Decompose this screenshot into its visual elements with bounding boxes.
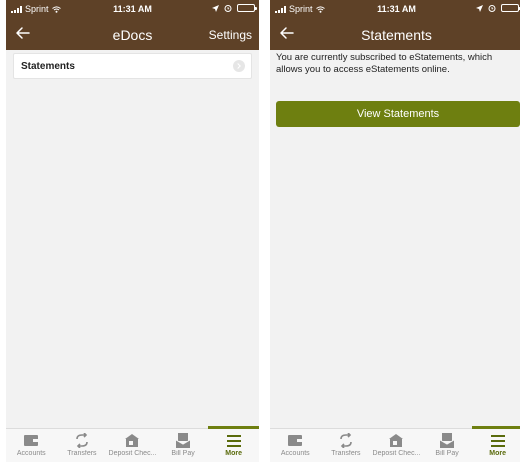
tab-bill-pay[interactable]: Bill Pay <box>422 429 473 462</box>
tab-more[interactable]: More <box>208 426 259 462</box>
bill-pay-icon <box>175 433 191 448</box>
tab-label: Deposit Chec... <box>372 450 421 457</box>
wallet-icon <box>24 435 39 446</box>
chevron-right-icon <box>233 60 245 72</box>
edocs-screen: Sprint 11:31 AM eDocs Settings Statement… <box>6 0 259 462</box>
tab-bill-pay[interactable]: Bill Pay <box>158 429 209 462</box>
view-statements-button[interactable]: View Statements <box>276 101 520 127</box>
tab-label: Accounts <box>16 450 46 457</box>
tab-label: More <box>489 450 507 457</box>
deposit-check-icon <box>389 434 404 447</box>
tab-accounts[interactable]: Accounts <box>6 429 57 462</box>
deposit-check-icon <box>125 434 140 447</box>
hamburger-menu-icon <box>490 435 505 447</box>
alarm-icon <box>488 5 496 12</box>
tab-bar: Accounts Transfers Deposit Chec... Bill … <box>270 426 520 462</box>
tab-bar: Accounts Transfers Deposit Chec... Bill … <box>6 426 259 462</box>
tab-label: Bill Pay <box>171 450 195 457</box>
subscription-message: You are currently subscribed to eStateme… <box>276 52 493 75</box>
settings-button[interactable]: Settings <box>209 28 252 42</box>
tab-label: Transfers <box>67 450 97 457</box>
wallet-icon <box>288 435 303 446</box>
status-bar: Sprint 11:31 AM <box>270 0 520 19</box>
tab-label: Bill Pay <box>435 450 459 457</box>
tab-label: Transfers <box>331 450 361 457</box>
nav-bar: Statements <box>270 19 520 50</box>
tab-transfers[interactable]: Transfers <box>321 429 372 462</box>
bill-pay-icon <box>439 433 455 448</box>
status-indicators <box>212 4 257 12</box>
status-indicators <box>476 4 520 12</box>
transfer-arrows-icon <box>76 433 88 448</box>
tab-accounts[interactable]: Accounts <box>270 429 321 462</box>
tab-deposit-checks[interactable]: Deposit Chec... <box>371 429 422 462</box>
tab-label: Accounts <box>280 450 310 457</box>
tab-deposit-checks[interactable]: Deposit Chec... <box>107 429 158 462</box>
statements-screen: Sprint 11:31 AM Statements You are curre… <box>270 0 520 462</box>
nav-bar: eDocs Settings <box>6 19 259 50</box>
statements-list-item[interactable]: Statements <box>13 53 252 79</box>
tab-transfers[interactable]: Transfers <box>57 429 108 462</box>
transfer-arrows-icon <box>340 433 352 448</box>
battery-icon <box>501 4 520 12</box>
alarm-icon <box>224 5 232 12</box>
location-arrow-icon <box>476 4 483 12</box>
location-arrow-icon <box>212 4 219 12</box>
tab-more[interactable]: More <box>472 426 520 462</box>
page-title: Statements <box>361 27 432 43</box>
tab-label: Deposit Chec... <box>108 450 157 457</box>
battery-icon <box>237 4 257 12</box>
hamburger-menu-icon <box>226 435 241 447</box>
list-item-label: Statements <box>21 61 75 72</box>
tab-label: More <box>225 450 243 457</box>
status-bar: Sprint 11:31 AM <box>6 0 259 19</box>
